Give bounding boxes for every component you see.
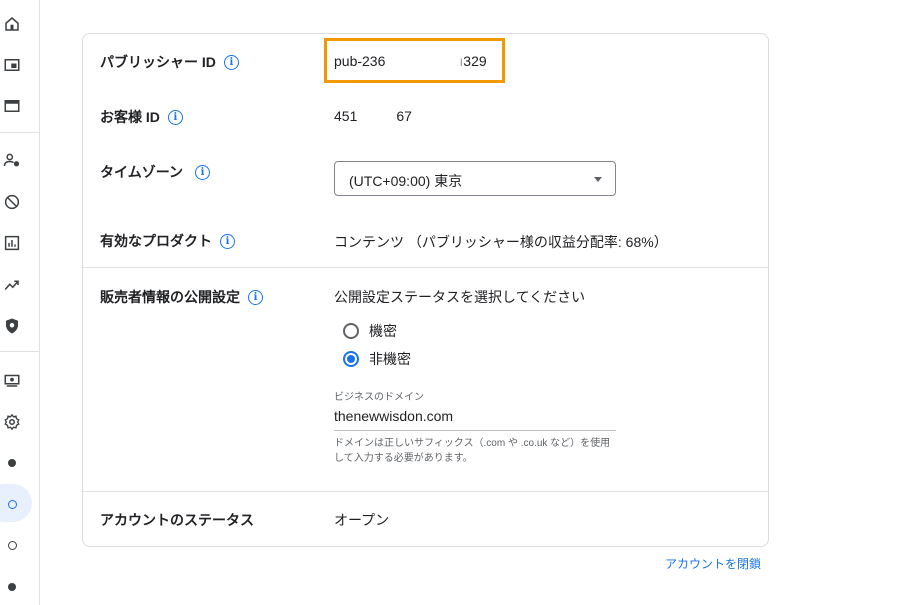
trending-icon[interactable] <box>0 273 24 297</box>
display-ad-icon[interactable] <box>0 53 24 77</box>
left-navigation-rail <box>0 0 40 605</box>
radio-confidential[interactable]: 機密 <box>343 321 397 341</box>
rail-divider <box>0 132 40 133</box>
info-icon[interactable]: i <box>223 54 239 70</box>
row-divider <box>83 491 768 492</box>
radio-unchecked-icon[interactable] <box>343 323 359 339</box>
seller-info-prompt: 公開設定ステータスを選択してください <box>334 289 586 305</box>
payments-icon[interactable] <box>0 368 24 392</box>
radio-checked-icon[interactable] <box>343 351 359 367</box>
row-divider <box>83 267 768 268</box>
business-domain-underline <box>334 430 616 431</box>
bullet-ring-icon <box>7 540 17 550</box>
settings-gear-icon[interactable] <box>0 410 24 434</box>
timezone-label: タイムゾーン i <box>100 162 211 182</box>
account-status-value: オープン <box>334 512 390 528</box>
settings-submenu-item[interactable] <box>0 451 24 475</box>
info-icon[interactable]: i <box>195 164 211 180</box>
home-icon[interactable] <box>0 12 24 36</box>
business-domain-caption: ビジネスのドメイン <box>334 392 424 403</box>
account-information-card: パブリッシャー ID i pub-236 ı329 お客様 ID i 451 67 … <box>82 33 769 547</box>
info-icon[interactable]: i <box>167 109 183 125</box>
radio-non-confidential[interactable]: 非機密 <box>343 349 411 369</box>
close-account-link[interactable]: アカウントを閉鎖 <box>665 555 761 572</box>
settings-submenu-item[interactable] <box>0 533 24 557</box>
seller-info-label: 販売者情報の公開設定 i <box>100 287 263 307</box>
browser-window-icon[interactable] <box>0 94 24 118</box>
active-products-value: コンテンツ （パブリッシャー様の収益分配率: 68%） <box>334 234 668 250</box>
bullet-filled-icon <box>8 459 16 467</box>
settings-submenu-item-active[interactable] <box>0 492 24 516</box>
info-icon[interactable]: i <box>248 289 263 305</box>
publisher-id-label: パブリッシャー ID i <box>100 52 239 72</box>
bullet-ring-icon <box>7 499 17 509</box>
timezone-selected-value: (UTC+09:00) 東京 <box>349 173 463 189</box>
bullet-filled-icon <box>8 583 16 591</box>
customer-id-label: お客様 ID i <box>100 107 183 127</box>
info-icon[interactable]: i <box>220 233 235 249</box>
customer-id-value: 451 67 <box>334 108 412 124</box>
settings-submenu-item[interactable] <box>0 575 24 599</box>
business-domain-input[interactable]: thenewwisdon.com <box>334 408 453 424</box>
reports-chart-icon[interactable] <box>0 231 24 255</box>
privacy-shield-icon[interactable] <box>0 314 24 338</box>
active-products-label: 有効なプロダクト i <box>100 231 235 251</box>
timezone-select[interactable]: (UTC+09:00) 東京 <box>334 161 616 196</box>
block-icon[interactable] <box>0 190 24 214</box>
rail-divider <box>0 351 40 352</box>
publisher-id-value: pub-236 ı329 <box>334 53 487 69</box>
business-domain-hint: ドメインは正しいサフィックス（.com や .co.uk など）を使用して入力す… <box>334 438 611 464</box>
account-status-label: アカウントのステータス <box>100 512 254 528</box>
account-settings-icon[interactable] <box>0 148 24 172</box>
dropdown-arrow-icon <box>594 177 602 182</box>
